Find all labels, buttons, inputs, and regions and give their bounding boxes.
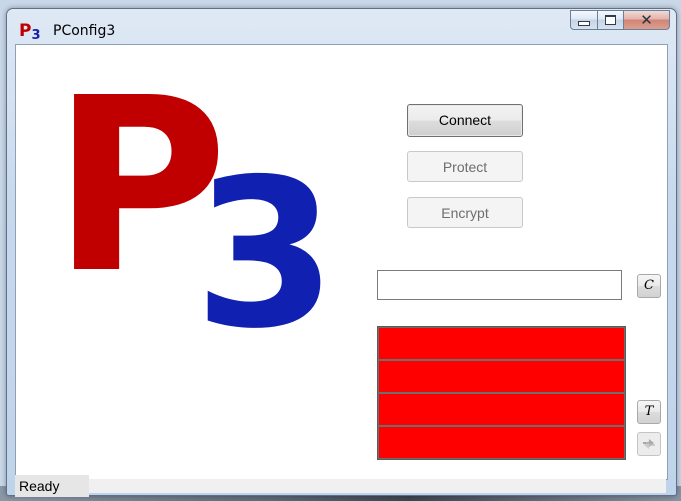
- indicator-row-3: [379, 394, 624, 425]
- status-bar: Ready: [15, 475, 666, 497]
- clear-button[interactable]: C: [637, 274, 661, 298]
- p3-logo: P 3: [52, 46, 337, 345]
- caption-buttons: ✕: [570, 10, 670, 30]
- main-window: P3 PConfig3 ✕ P 3 Connect Protect Encryp…: [6, 8, 677, 497]
- maximize-icon: [605, 15, 616, 25]
- encrypt-button[interactable]: Encrypt: [407, 197, 523, 228]
- command-input[interactable]: [377, 270, 622, 300]
- close-icon: ✕: [640, 11, 653, 29]
- swap-button[interactable]: [637, 432, 661, 456]
- window-title: PConfig3: [53, 23, 116, 39]
- protect-button[interactable]: Protect: [407, 151, 523, 182]
- status-text: Ready: [15, 475, 89, 497]
- indicator-row-1: [379, 328, 624, 359]
- minimize-button[interactable]: [570, 10, 598, 30]
- title-bar[interactable]: P3 PConfig3 ✕: [7, 9, 676, 45]
- minimize-icon: [578, 20, 590, 26]
- swap-icon: [643, 439, 655, 449]
- test-button[interactable]: T: [637, 400, 661, 424]
- logo-digit: 3: [194, 136, 337, 345]
- client-area: P 3 Connect Protect Encrypt C T: [15, 44, 668, 480]
- indicator-row-4: [379, 427, 624, 458]
- connect-button[interactable]: Connect: [407, 104, 523, 137]
- maximize-button[interactable]: [598, 10, 624, 30]
- indicator-panel: [377, 326, 626, 460]
- close-button[interactable]: ✕: [624, 10, 670, 30]
- p3-app-icon[interactable]: P3: [19, 21, 45, 43]
- indicator-row-2: [379, 361, 624, 392]
